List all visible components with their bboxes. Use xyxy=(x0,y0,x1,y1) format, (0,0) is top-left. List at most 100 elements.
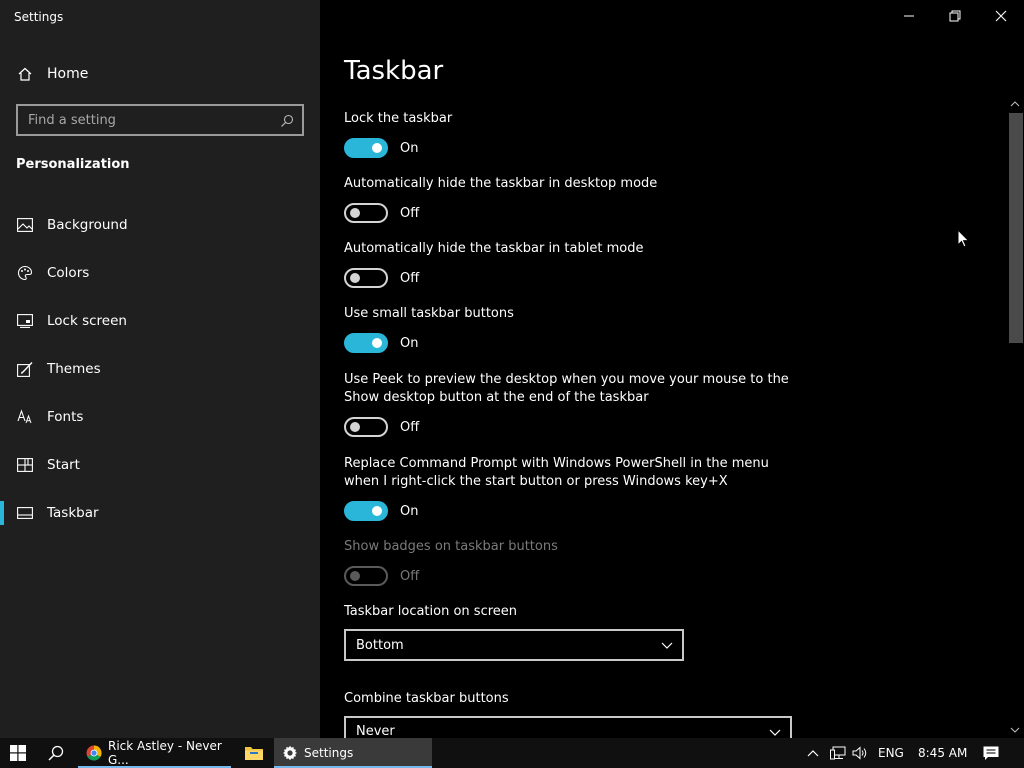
sidebar-item-lock-screen[interactable]: Lock screen xyxy=(0,301,320,341)
toggle-switch xyxy=(344,566,388,586)
toggle-state: Off xyxy=(400,270,420,286)
sidebar-item-taskbar[interactable]: Taskbar xyxy=(0,493,320,533)
toggle-knob xyxy=(350,208,360,218)
palette-icon xyxy=(16,264,34,282)
search-icon[interactable] xyxy=(280,113,294,127)
scrollbar[interactable] xyxy=(1006,96,1024,738)
toggle-switch[interactable] xyxy=(344,417,388,437)
active-indicator xyxy=(0,501,4,525)
folder-icon xyxy=(245,747,263,760)
sidebar-item-themes[interactable]: Themes xyxy=(0,349,320,389)
scroll-up-arrow[interactable] xyxy=(1009,98,1021,110)
image-icon xyxy=(16,216,34,234)
location-value: Bottom xyxy=(356,637,404,653)
toggle-lock-taskbar[interactable]: On xyxy=(344,137,418,159)
search-input[interactable] xyxy=(18,106,302,134)
toggle-switch[interactable] xyxy=(344,501,388,521)
toggle-powershell[interactable]: On xyxy=(344,500,418,522)
taskbar-app-label: Settings xyxy=(304,746,354,760)
taskbar: Rick Astley - Never G... Settings ENG 8:… xyxy=(0,738,1024,768)
chevron-down-icon xyxy=(660,638,674,652)
font-icon xyxy=(16,408,34,426)
taskbar-app-label: Rick Astley - Never G... xyxy=(108,739,222,767)
taskbar-icon xyxy=(16,504,34,522)
chrome-icon xyxy=(86,745,102,761)
toggle-state: Off xyxy=(400,568,420,584)
toggle-knob xyxy=(372,506,382,516)
file-explorer-button[interactable] xyxy=(238,738,270,768)
toggle-state: On xyxy=(400,503,419,519)
taskbar-app-settings[interactable]: Settings xyxy=(274,738,432,768)
sidebar: Settings Home Personalization Background… xyxy=(0,0,320,738)
sidebar-item-label: Colors xyxy=(47,265,90,281)
nav-home[interactable]: Home xyxy=(16,62,88,86)
toggle-autohide-tablet[interactable]: Off xyxy=(344,267,419,289)
setting-label-badges: Show badges on taskbar buttons xyxy=(344,539,558,554)
sidebar-item-fonts[interactable]: Fonts xyxy=(0,397,320,437)
sidebar-item-start[interactable]: Start xyxy=(0,445,320,485)
sidebar-item-label: Background xyxy=(47,217,128,233)
toggle-knob xyxy=(350,273,360,283)
start-button[interactable] xyxy=(0,738,36,768)
toggle-switch[interactable] xyxy=(344,333,388,353)
setting-label-powershell-line2: when I right-click the start button or p… xyxy=(344,474,728,489)
show-hidden-icons-button[interactable] xyxy=(804,738,822,768)
sidebar-item-label: Taskbar xyxy=(47,505,99,521)
section-title: Personalization xyxy=(16,157,130,172)
search-icon xyxy=(48,745,64,761)
volume-icon xyxy=(852,746,867,760)
app-title: Settings xyxy=(14,10,64,24)
clock[interactable]: 8:45 AM xyxy=(918,746,967,760)
toggle-state: On xyxy=(400,335,419,351)
toggle-peek[interactable]: Off xyxy=(344,416,419,438)
sidebar-item-label: Fonts xyxy=(47,409,84,425)
lock-screen-icon xyxy=(16,312,34,330)
mouse-cursor-icon xyxy=(957,229,970,248)
sidebar-item-colors[interactable]: Colors xyxy=(0,253,320,293)
sidebar-item-background[interactable]: Background xyxy=(0,205,320,245)
action-center-button[interactable] xyxy=(976,738,1006,768)
combine-dropdown[interactable]: Never xyxy=(344,716,792,739)
volume-button[interactable] xyxy=(850,738,870,768)
language-indicator[interactable]: ENG xyxy=(878,746,904,760)
toggle-state: On xyxy=(400,140,419,156)
page-title: Taskbar xyxy=(344,56,444,86)
nav-home-label: Home xyxy=(47,66,89,82)
chevron-down-icon xyxy=(768,725,782,739)
setting-label-location: Taskbar location on screen xyxy=(344,604,518,619)
toggle-knob xyxy=(350,422,360,432)
search-button[interactable] xyxy=(36,738,76,768)
combine-value: Never xyxy=(356,724,395,739)
search-box[interactable] xyxy=(16,104,304,136)
location-dropdown[interactable]: Bottom xyxy=(344,629,684,661)
chevron-up-icon xyxy=(807,750,819,757)
setting-label-small-buttons: Use small taskbar buttons xyxy=(344,306,514,321)
setting-label-peek-line1: Use Peek to preview the desktop when you… xyxy=(344,372,789,387)
sidebar-item-label: Start xyxy=(47,457,80,473)
setting-label-powershell-line1: Replace Command Prompt with Windows Powe… xyxy=(344,456,769,471)
sidebar-item-label: Lock screen xyxy=(47,313,127,329)
toggle-switch[interactable] xyxy=(344,268,388,288)
toggle-autohide-desktop[interactable]: Off xyxy=(344,202,419,224)
network-button[interactable] xyxy=(828,738,848,768)
brush-icon xyxy=(16,360,34,378)
sidebar-item-label: Themes xyxy=(47,361,101,377)
toggle-switch[interactable] xyxy=(344,203,388,223)
toggle-small-buttons[interactable]: On xyxy=(344,332,418,354)
toggle-knob xyxy=(350,571,360,581)
toggle-switch[interactable] xyxy=(344,138,388,158)
setting-label-peek-line2: Show desktop button at the end of the ta… xyxy=(344,390,649,405)
toggle-knob xyxy=(372,338,382,348)
scroll-thumb[interactable] xyxy=(1009,113,1023,343)
scroll-down-arrow[interactable] xyxy=(1009,724,1021,736)
network-icon xyxy=(830,746,846,760)
notification-icon xyxy=(983,746,999,760)
start-tiles-icon xyxy=(16,456,34,474)
toggle-state: Off xyxy=(400,419,420,435)
home-icon xyxy=(16,65,34,83)
main-content: Taskbar Lock the taskbar On Automaticall… xyxy=(320,0,1024,739)
taskbar-app-chrome[interactable]: Rick Astley - Never G... xyxy=(78,738,231,768)
toggle-knob xyxy=(372,143,382,153)
setting-label-autohide-tablet: Automatically hide the taskbar in tablet… xyxy=(344,241,644,256)
toggle-badges: Off xyxy=(344,565,419,587)
